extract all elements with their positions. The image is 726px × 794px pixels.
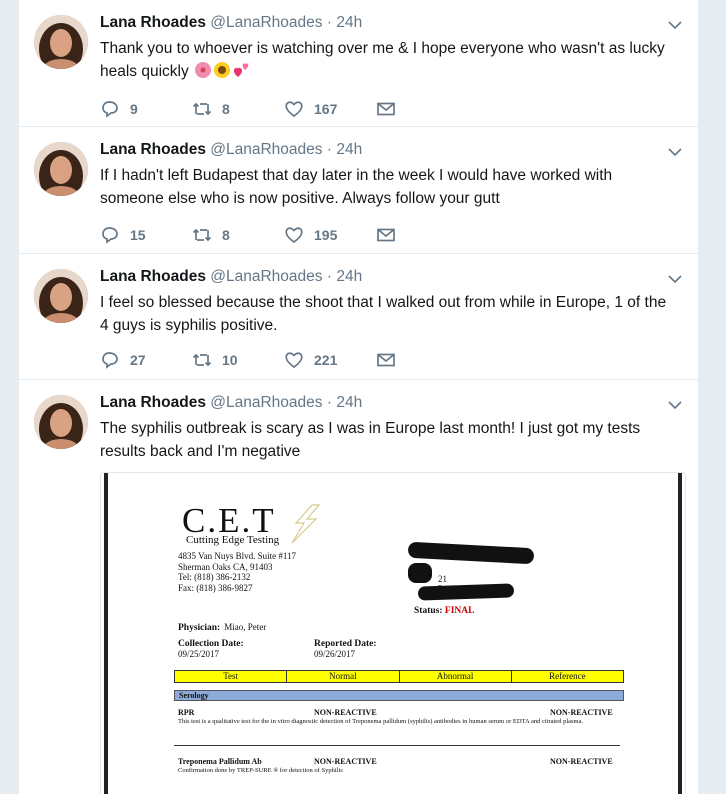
envelope-icon bbox=[377, 228, 395, 242]
separator-dot: · bbox=[326, 141, 333, 158]
tweet[interactable]: Lana Rhoades @LanaRhoades · 24h I feel s… bbox=[19, 254, 698, 380]
tweet-actions: 9 8 167 bbox=[100, 98, 406, 120]
reply-icon bbox=[102, 227, 118, 244]
partial-text: 21 bbox=[438, 574, 447, 584]
avatar[interactable] bbox=[34, 269, 88, 323]
user-name[interactable]: Lana Rhoades bbox=[100, 268, 206, 285]
heart-icon bbox=[285, 352, 303, 369]
retweet-button[interactable]: 10 bbox=[192, 350, 284, 370]
user-handle[interactable]: @LanaRhoades bbox=[210, 268, 322, 285]
tweet[interactable]: Lana Rhoades @LanaRhoades · 24h Thank yo… bbox=[19, 0, 698, 127]
retweet-button[interactable]: 8 bbox=[192, 225, 284, 245]
avatar[interactable] bbox=[34, 395, 88, 449]
collection-date: Collection Date: 09/25/2017 bbox=[178, 639, 244, 659]
tweet-actions: 27 10 221 bbox=[100, 349, 406, 371]
tweet-image[interactable]: C.E.T Cutting Edge Testing 4835 Van Nuys… bbox=[100, 472, 686, 794]
tweet-header: Lana Rhoades @LanaRhoades · 24h bbox=[100, 268, 362, 286]
user-name[interactable]: Lana Rhoades bbox=[100, 14, 206, 31]
user-handle[interactable]: @LanaRhoades bbox=[210, 394, 322, 411]
avatar[interactable] bbox=[34, 142, 88, 196]
reply-button[interactable]: 9 bbox=[100, 99, 192, 119]
sunflower-emoji-icon bbox=[214, 62, 231, 78]
separator-dot: · bbox=[326, 394, 333, 411]
retweet-button[interactable]: 8 bbox=[192, 99, 284, 119]
tweet-text: The syphilis outbreak is scary as I was … bbox=[100, 420, 641, 460]
hibiscus-emoji-icon bbox=[195, 62, 212, 78]
reply-icon bbox=[102, 352, 118, 369]
tweet[interactable]: Lana Rhoades @LanaRhoades · 24h If I had… bbox=[19, 127, 698, 254]
tweet-header: Lana Rhoades @LanaRhoades · 24h bbox=[100, 14, 362, 32]
reported-date: Reported Date: 09/26/2017 bbox=[314, 639, 377, 659]
partial-text: F bbox=[438, 584, 442, 592]
like-count: 221 bbox=[314, 352, 338, 368]
retweet-count: 8 bbox=[222, 227, 230, 243]
reply-button[interactable]: 15 bbox=[100, 225, 192, 245]
company-address: 4835 Van Nuys Blvd. Suite #117 Sherman O… bbox=[178, 551, 297, 593]
reply-count: 15 bbox=[130, 227, 146, 243]
direct-message-button[interactable] bbox=[376, 225, 406, 245]
tweet-actions: 15 8 195 bbox=[100, 224, 406, 246]
separator-dot: · bbox=[326, 14, 333, 31]
like-button[interactable]: 195 bbox=[284, 225, 376, 245]
retweet-icon bbox=[192, 353, 212, 367]
divider bbox=[174, 745, 620, 746]
redaction-mark bbox=[408, 563, 432, 583]
tweet-text: I feel so blessed because the shoot that… bbox=[100, 294, 667, 334]
section-header: Serology bbox=[174, 690, 624, 701]
user-handle[interactable]: @LanaRhoades bbox=[210, 14, 322, 31]
tweet-header: Lana Rhoades @LanaRhoades · 24h bbox=[100, 394, 362, 412]
like-count: 167 bbox=[314, 101, 338, 117]
reply-count: 27 bbox=[130, 352, 146, 368]
lab-report-document: C.E.T Cutting Edge Testing 4835 Van Nuys… bbox=[104, 473, 682, 794]
results-table-header: Test Normal Abnormal Reference bbox=[174, 670, 624, 683]
chevron-down-icon[interactable] bbox=[668, 18, 682, 32]
redaction-mark bbox=[407, 541, 535, 565]
chevron-down-icon[interactable] bbox=[668, 145, 682, 159]
tweet-text: If I hadn't left Budapest that day later… bbox=[100, 167, 613, 207]
chevron-down-icon[interactable] bbox=[668, 272, 682, 286]
retweet-icon bbox=[192, 102, 212, 116]
timestamp[interactable]: 24h bbox=[336, 394, 362, 411]
envelope-icon bbox=[377, 353, 395, 367]
tweet-text: Thank you to whoever is watching over me… bbox=[100, 40, 665, 80]
retweet-icon bbox=[192, 228, 212, 242]
heart-icon bbox=[285, 227, 303, 244]
user-name[interactable]: Lana Rhoades bbox=[100, 394, 206, 411]
redaction-mark bbox=[417, 583, 515, 601]
lightning-icon bbox=[291, 504, 321, 544]
timestamp[interactable]: 24h bbox=[336, 14, 362, 31]
physician-row: Physician: Miao, Peter bbox=[178, 622, 267, 633]
heart-icon bbox=[285, 101, 303, 118]
avatar[interactable] bbox=[34, 15, 88, 69]
reply-count: 9 bbox=[130, 101, 138, 117]
tweet[interactable]: Lana Rhoades @LanaRhoades · 24h The syph… bbox=[19, 380, 698, 794]
user-name[interactable]: Lana Rhoades bbox=[100, 141, 206, 158]
reply-button[interactable]: 27 bbox=[100, 350, 192, 370]
retweet-count: 8 bbox=[222, 101, 230, 117]
timeline: Lana Rhoades @LanaRhoades · 24h Thank yo… bbox=[19, 0, 698, 794]
retweet-count: 10 bbox=[222, 352, 238, 368]
status-value: FINAL bbox=[444, 606, 475, 616]
reply-icon bbox=[102, 101, 118, 118]
company-tagline: Cutting Edge Testing bbox=[186, 534, 280, 546]
like-button[interactable]: 221 bbox=[284, 350, 376, 370]
like-count: 195 bbox=[314, 227, 338, 243]
like-button[interactable]: 167 bbox=[284, 99, 376, 119]
direct-message-button[interactable] bbox=[376, 350, 406, 370]
direct-message-button[interactable] bbox=[376, 99, 406, 119]
separator-dot: · bbox=[326, 268, 333, 285]
timestamp[interactable]: 24h bbox=[336, 141, 362, 158]
timestamp[interactable]: 24h bbox=[336, 268, 362, 285]
chevron-down-icon[interactable] bbox=[668, 398, 682, 412]
status-row: Status: FINAL bbox=[414, 606, 475, 616]
envelope-icon bbox=[377, 102, 395, 116]
user-handle[interactable]: @LanaRhoades bbox=[210, 141, 322, 158]
two-hearts-emoji-icon bbox=[234, 63, 249, 77]
tweet-header: Lana Rhoades @LanaRhoades · 24h bbox=[100, 141, 362, 159]
